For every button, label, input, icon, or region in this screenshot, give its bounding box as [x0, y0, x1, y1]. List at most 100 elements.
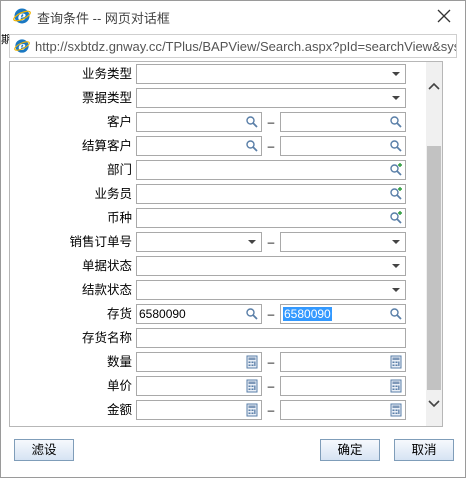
form-row-label: 单价 [106, 379, 132, 393]
form-field-input[interactable] [136, 112, 262, 132]
form-row: 结算客户 – [10, 136, 426, 156]
form-row: 结款状态 [10, 280, 426, 300]
calculator-icon[interactable] [245, 403, 259, 417]
dialog-footer: 滤设 确定 取消 [1, 429, 465, 477]
form-field-input[interactable] [280, 352, 406, 372]
form-field-input[interactable] [280, 136, 406, 156]
svg-text:e: e [18, 39, 25, 53]
ie-icon: e [13, 8, 31, 25]
form-row-label: 结款状态 [81, 283, 132, 297]
title-bar: e 查询条件 -- 网页对话框 [1, 1, 465, 31]
form-row: 存货名称 [10, 328, 426, 348]
search-icon[interactable] [389, 307, 403, 321]
form-row: 销售订单号 – [10, 232, 426, 252]
form-field-input[interactable] [136, 352, 262, 372]
form-field-input[interactable] [280, 376, 406, 396]
address-path: /TPlus/BAPView/Search.aspx?pId=searchVie… [161, 39, 457, 54]
form-panel: 业务类型 票据类型 客户 – 结算客户 – 部门 业务员 币种 销售订单号 – 单据状态 结款状态 存货 6… [9, 61, 443, 427]
form-field-input[interactable] [136, 160, 406, 180]
form-field-input[interactable] [136, 376, 262, 396]
close-button[interactable] [431, 4, 457, 28]
form-row-label: 数量 [106, 355, 132, 369]
form-row-label: 金额 [106, 403, 132, 417]
calculator-icon[interactable] [245, 355, 259, 369]
form-field-input[interactable] [136, 256, 406, 276]
form-field-input[interactable] [280, 112, 406, 132]
form-field-input[interactable] [136, 64, 406, 84]
range-separator: – [267, 403, 275, 417]
form-row: 部门 [10, 160, 426, 180]
search-icon[interactable] [389, 139, 403, 153]
field-value: 6580090 [139, 307, 186, 321]
dropdown-arrow-icon[interactable] [389, 235, 403, 249]
form-field-input[interactable] [280, 232, 406, 252]
filter-settings-button[interactable]: 滤设 [14, 439, 74, 461]
search-icon[interactable] [245, 139, 259, 153]
close-icon [437, 9, 451, 23]
window-title: 查询条件 -- 网页对话框 [37, 11, 170, 26]
search-icon[interactable] [245, 115, 259, 129]
form-field-input[interactable] [136, 88, 406, 108]
form-row: 票据类型 [10, 88, 426, 108]
reference-search-icon[interactable] [389, 187, 403, 201]
scroll-down-button[interactable] [426, 392, 442, 416]
form-row-label: 销售订单号 [69, 235, 132, 249]
scroll-up-button[interactable] [426, 74, 442, 98]
address-host: http://sxbtdz.gnway.cc [35, 39, 162, 54]
form-row-label: 业务员 [94, 187, 132, 201]
form-field-input[interactable] [136, 280, 406, 300]
form-field-input[interactable] [136, 136, 262, 156]
form-row: 客户 – [10, 112, 426, 132]
range-separator: – [267, 115, 275, 129]
calculator-icon[interactable] [389, 379, 403, 393]
background-fragment: 期 [1, 31, 9, 45]
reference-search-icon[interactable] [389, 211, 403, 225]
form-field-input[interactable]: 6580090 [136, 304, 262, 324]
address-url: http://sxbtdz.gnway.cc/TPlus/BAPView/Sea… [35, 39, 457, 54]
form-field-input[interactable]: 6580090 [280, 304, 406, 324]
form-row: 金额 – [10, 400, 426, 420]
form-row: 币种 [10, 208, 426, 228]
form-field-input[interactable] [136, 208, 406, 228]
dropdown-arrow-icon[interactable] [389, 91, 403, 105]
search-icon[interactable] [245, 307, 259, 321]
query-form: 业务类型 票据类型 客户 – 结算客户 – 部门 业务员 币种 销售订单号 – 单据状态 结款状态 存货 6… [10, 62, 426, 426]
form-row-label: 部门 [106, 163, 132, 177]
calculator-icon[interactable] [389, 403, 403, 417]
calculator-icon[interactable] [245, 379, 259, 393]
ie-icon: e [14, 39, 30, 53]
form-field-input[interactable] [136, 184, 406, 204]
range-separator: – [267, 379, 275, 393]
search-icon[interactable] [389, 115, 403, 129]
dropdown-arrow-icon[interactable] [245, 235, 259, 249]
form-field-input[interactable] [136, 328, 406, 348]
form-field-input[interactable] [136, 400, 262, 420]
form-row: 业务类型 [10, 64, 426, 84]
range-separator: – [267, 307, 275, 321]
form-row-label: 存货名称 [81, 331, 132, 345]
form-row-label: 票据类型 [81, 91, 132, 105]
field-value: 6580090 [283, 307, 332, 321]
dropdown-arrow-icon[interactable] [389, 259, 403, 273]
ok-button[interactable]: 确定 [320, 439, 380, 461]
cancel-button[interactable]: 取消 [394, 439, 454, 461]
form-row-label: 客户 [106, 115, 132, 129]
form-field-input[interactable] [136, 232, 262, 252]
form-row-label: 结算客户 [81, 139, 132, 153]
form-row: 单据状态 [10, 256, 426, 276]
vertical-scrollbar[interactable] [426, 62, 442, 426]
form-row: 业务员 [10, 184, 426, 204]
reference-search-icon[interactable] [389, 163, 403, 177]
address-bar[interactable]: e http://sxbtdz.gnway.cc/TPlus/BAPView/S… [9, 34, 457, 58]
dropdown-arrow-icon[interactable] [389, 283, 403, 297]
form-row-label: 业务类型 [81, 67, 132, 81]
form-field-input[interactable] [280, 400, 406, 420]
form-row: 数量 – [10, 352, 426, 372]
calculator-icon[interactable] [389, 355, 403, 369]
form-row-label: 币种 [106, 211, 132, 225]
chevron-down-icon [428, 400, 440, 408]
scroll-thumb[interactable] [427, 146, 441, 390]
form-row: 存货 6580090–6580090 [10, 304, 426, 324]
dropdown-arrow-icon[interactable] [389, 67, 403, 81]
chevron-up-icon [428, 82, 440, 90]
